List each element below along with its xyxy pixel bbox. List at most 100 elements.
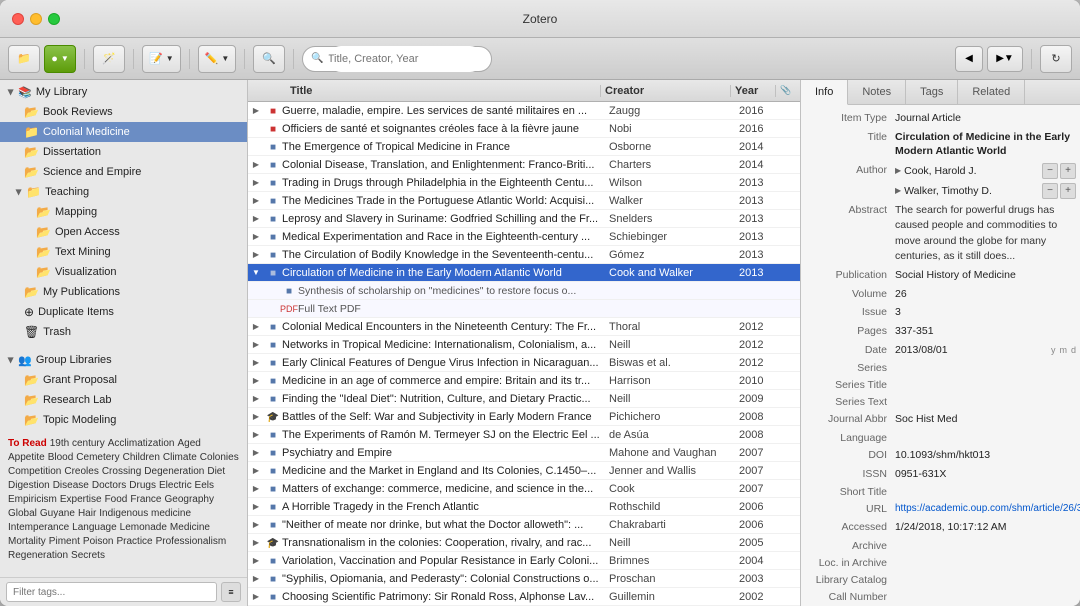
list-item[interactable]: ▶ ■ Colonial Medical Encounters in the N… [248, 318, 800, 336]
pages-value[interactable]: 337-351 [895, 324, 1076, 339]
tag-creoles[interactable]: Creoles [64, 466, 98, 477]
list-item[interactable]: ▶ ■ Medical Experimentation and Race in … [248, 228, 800, 246]
tag-drugs[interactable]: Drugs [129, 480, 156, 491]
tag-empiricism[interactable]: Empiricism [8, 494, 57, 505]
sidebar-item-book-reviews[interactable]: 📂 Book Reviews [0, 102, 247, 122]
doi-value[interactable]: 10.1093/shm/hkt013 [895, 448, 1076, 463]
expand-icon[interactable]: ▶ [248, 214, 264, 223]
edit-button[interactable]: ✏️ ▼ [198, 45, 237, 73]
list-item-child[interactable]: ■ Synthesis of scholarship on "medicines… [248, 282, 800, 300]
tag-lemonade[interactable]: Lemonade [120, 522, 167, 533]
tag-aged[interactable]: Aged [177, 438, 200, 449]
sidebar-item-mapping[interactable]: 📂 Mapping [0, 202, 247, 222]
list-item[interactable]: ■ The Emergence of Tropical Medicine in … [248, 138, 800, 156]
tag-secrets[interactable]: Secrets [71, 550, 105, 561]
expand-icon[interactable]: ▶ [248, 358, 264, 367]
sidebar-item-my-library[interactable]: ▶ 📚 My Library [0, 82, 247, 102]
expand-icon[interactable]: ▶ [248, 466, 264, 475]
volume-value[interactable]: 26 [895, 287, 1076, 302]
tag-cemetery[interactable]: Cemetery [76, 452, 119, 463]
expand-groups-icon[interactable]: ▶ [7, 357, 16, 363]
list-item[interactable]: ▶ ■ Networks in Tropical Medicine: Inter… [248, 336, 800, 354]
sidebar-item-colonial-medicine[interactable]: 📁 Colonial Medicine [0, 122, 247, 142]
expand-my-library-icon[interactable]: ▶ [7, 89, 16, 95]
tag-blood[interactable]: Blood [48, 452, 74, 463]
tag-electric-eels[interactable]: Electric Eels [159, 480, 214, 491]
expand-icon[interactable]: ▶ [248, 322, 264, 331]
list-item[interactable]: ■ Officiers de santé et soignantes créol… [248, 120, 800, 138]
sidebar-item-text-mining[interactable]: 📂 Text Mining [0, 242, 247, 262]
sidebar-item-group-libraries[interactable]: ▶ 👥 Group Libraries [0, 350, 247, 370]
expand-icon[interactable]: ▶ [248, 412, 264, 421]
sidebar-item-grant-proposal[interactable]: 📂 Grant Proposal [0, 370, 247, 390]
tag-crossing[interactable]: Crossing [102, 466, 141, 477]
tag-language[interactable]: Language [72, 522, 117, 533]
new-item-button[interactable]: ● ▼ [44, 45, 76, 73]
abstract-value[interactable]: The search for powerful drugs has caused… [895, 203, 1076, 264]
list-item[interactable]: ▶ ■ Medicine in an age of commerce and e… [248, 372, 800, 390]
expand-icon[interactable]: ▶ [248, 484, 264, 493]
nav-forward-button[interactable]: ▶▼ [987, 46, 1023, 72]
list-item[interactable]: ▶ ■ "Neither of meate nor drinke, but wh… [248, 516, 800, 534]
expand-icon[interactable]: ▶ [248, 250, 264, 259]
list-item-selected[interactable]: ▼ ■ Circulation of Medicine in the Early… [248, 264, 800, 282]
expand-icon[interactable]: ▶ [248, 232, 264, 241]
sidebar-item-duplicate-items[interactable]: ⊕ Duplicate Items [0, 302, 247, 322]
tag-practice[interactable]: Practice [117, 536, 153, 547]
collections-button[interactable]: 📁 [8, 45, 40, 73]
tag-global[interactable]: Global [8, 508, 37, 519]
accessed-value[interactable]: 1/24/2018, 10:17:12 AM [895, 520, 1076, 535]
title-value[interactable]: Circulation of Medicine in the Early Mod… [895, 130, 1076, 159]
list-item[interactable]: ▶ ■ Matters of exchange: commerce, medic… [248, 480, 800, 498]
list-item[interactable]: ▶ ■ Trading in Drugs through Philadelphi… [248, 174, 800, 192]
tag-degeneration[interactable]: Degeneration [144, 466, 204, 477]
expand-icon[interactable]: ▶ [248, 178, 264, 187]
author-1-value[interactable]: Cook, Harold J. [904, 164, 1042, 179]
tag-competition[interactable]: Competition [8, 466, 61, 477]
tag-professionalism[interactable]: Professionalism [156, 536, 227, 547]
list-item[interactable]: ▶ ■ Medicine and the Market in England a… [248, 462, 800, 480]
list-item[interactable]: ▶ 🎓 Transnationalism in the colonies: Co… [248, 534, 800, 552]
author-2-value[interactable]: Walker, Timothy D. [904, 184, 1042, 199]
tag-medicine[interactable]: Medicine [170, 522, 210, 533]
tab-info[interactable]: Info [801, 80, 848, 105]
list-item[interactable]: ▶ ■ A Horrible Tragedy in the French Atl… [248, 498, 800, 516]
publication-value[interactable]: Social History of Medicine [895, 268, 1076, 283]
col-creator[interactable]: Creator [601, 85, 731, 97]
sidebar-item-trash[interactable]: 🗑 Trash [0, 322, 247, 342]
tag-expertise[interactable]: Expertise [60, 494, 102, 505]
url-value[interactable]: https://academic.oup.com/shm/article/26/… [895, 502, 1080, 516]
expand-icon[interactable]: ▶ [248, 196, 264, 205]
tag-food[interactable]: Food [105, 494, 128, 505]
tag-mortality[interactable]: Mortality [8, 536, 46, 547]
sidebar-item-science-empire[interactable]: 📂 Science and Empire [0, 162, 247, 182]
author-1-plus[interactable]: + [1060, 163, 1076, 179]
tab-notes[interactable]: Notes [848, 80, 906, 104]
list-item-child-pdf[interactable]: PDF Full Text PDF [248, 300, 800, 318]
date-value[interactable]: 2013/08/01 [895, 343, 1047, 358]
list-item[interactable]: ▶ 🎓 Battles of the Self: War and Subject… [248, 408, 800, 426]
expand-icon[interactable]: ▶ [248, 340, 264, 349]
issn-value[interactable]: 0951-631X [895, 467, 1076, 482]
expand-icon[interactable]: ▶ [248, 592, 264, 601]
list-item[interactable]: ▶ ■ "Syphilis, Opiomania, and Pederasty"… [248, 570, 800, 588]
list-item[interactable]: ▶ ■ The Medicines Trade in the Portugues… [248, 192, 800, 210]
sidebar-item-dissertation[interactable]: 📂 Dissertation [0, 142, 247, 162]
tag-indigenous-medicine[interactable]: Indigenous medicine [99, 508, 191, 519]
sidebar-item-research-lab[interactable]: 📂 Research Lab [0, 390, 247, 410]
close-button[interactable] [12, 13, 24, 25]
list-item[interactable]: ▶ ■ Finding the "Ideal Diet": Nutrition,… [248, 390, 800, 408]
expand-icon[interactable]: ▶ [248, 538, 264, 547]
col-year[interactable]: Year [731, 85, 776, 97]
expand-icon[interactable]: ▶ [248, 106, 264, 115]
tag-digestion[interactable]: Digestion [8, 480, 50, 491]
tag-19th-century[interactable]: 19th century [50, 438, 105, 449]
list-item[interactable]: ▶ ■ Colonial Disease, Translation, and E… [248, 156, 800, 174]
search-input[interactable] [328, 46, 484, 72]
expand-icon[interactable]: ▶ [248, 376, 264, 385]
list-item[interactable]: ▶ ■ Leprosy and Slavery in Suriname: God… [248, 210, 800, 228]
list-item[interactable]: ▶ ■ Variolation, Vaccination and Popular… [248, 552, 800, 570]
list-item[interactable]: ▶ ■ The Circulation of Bodily Knowledge … [248, 246, 800, 264]
list-item[interactable]: ▶ ■ Guerre, maladie, empire. Les service… [248, 102, 800, 120]
tab-tags[interactable]: Tags [906, 80, 958, 104]
